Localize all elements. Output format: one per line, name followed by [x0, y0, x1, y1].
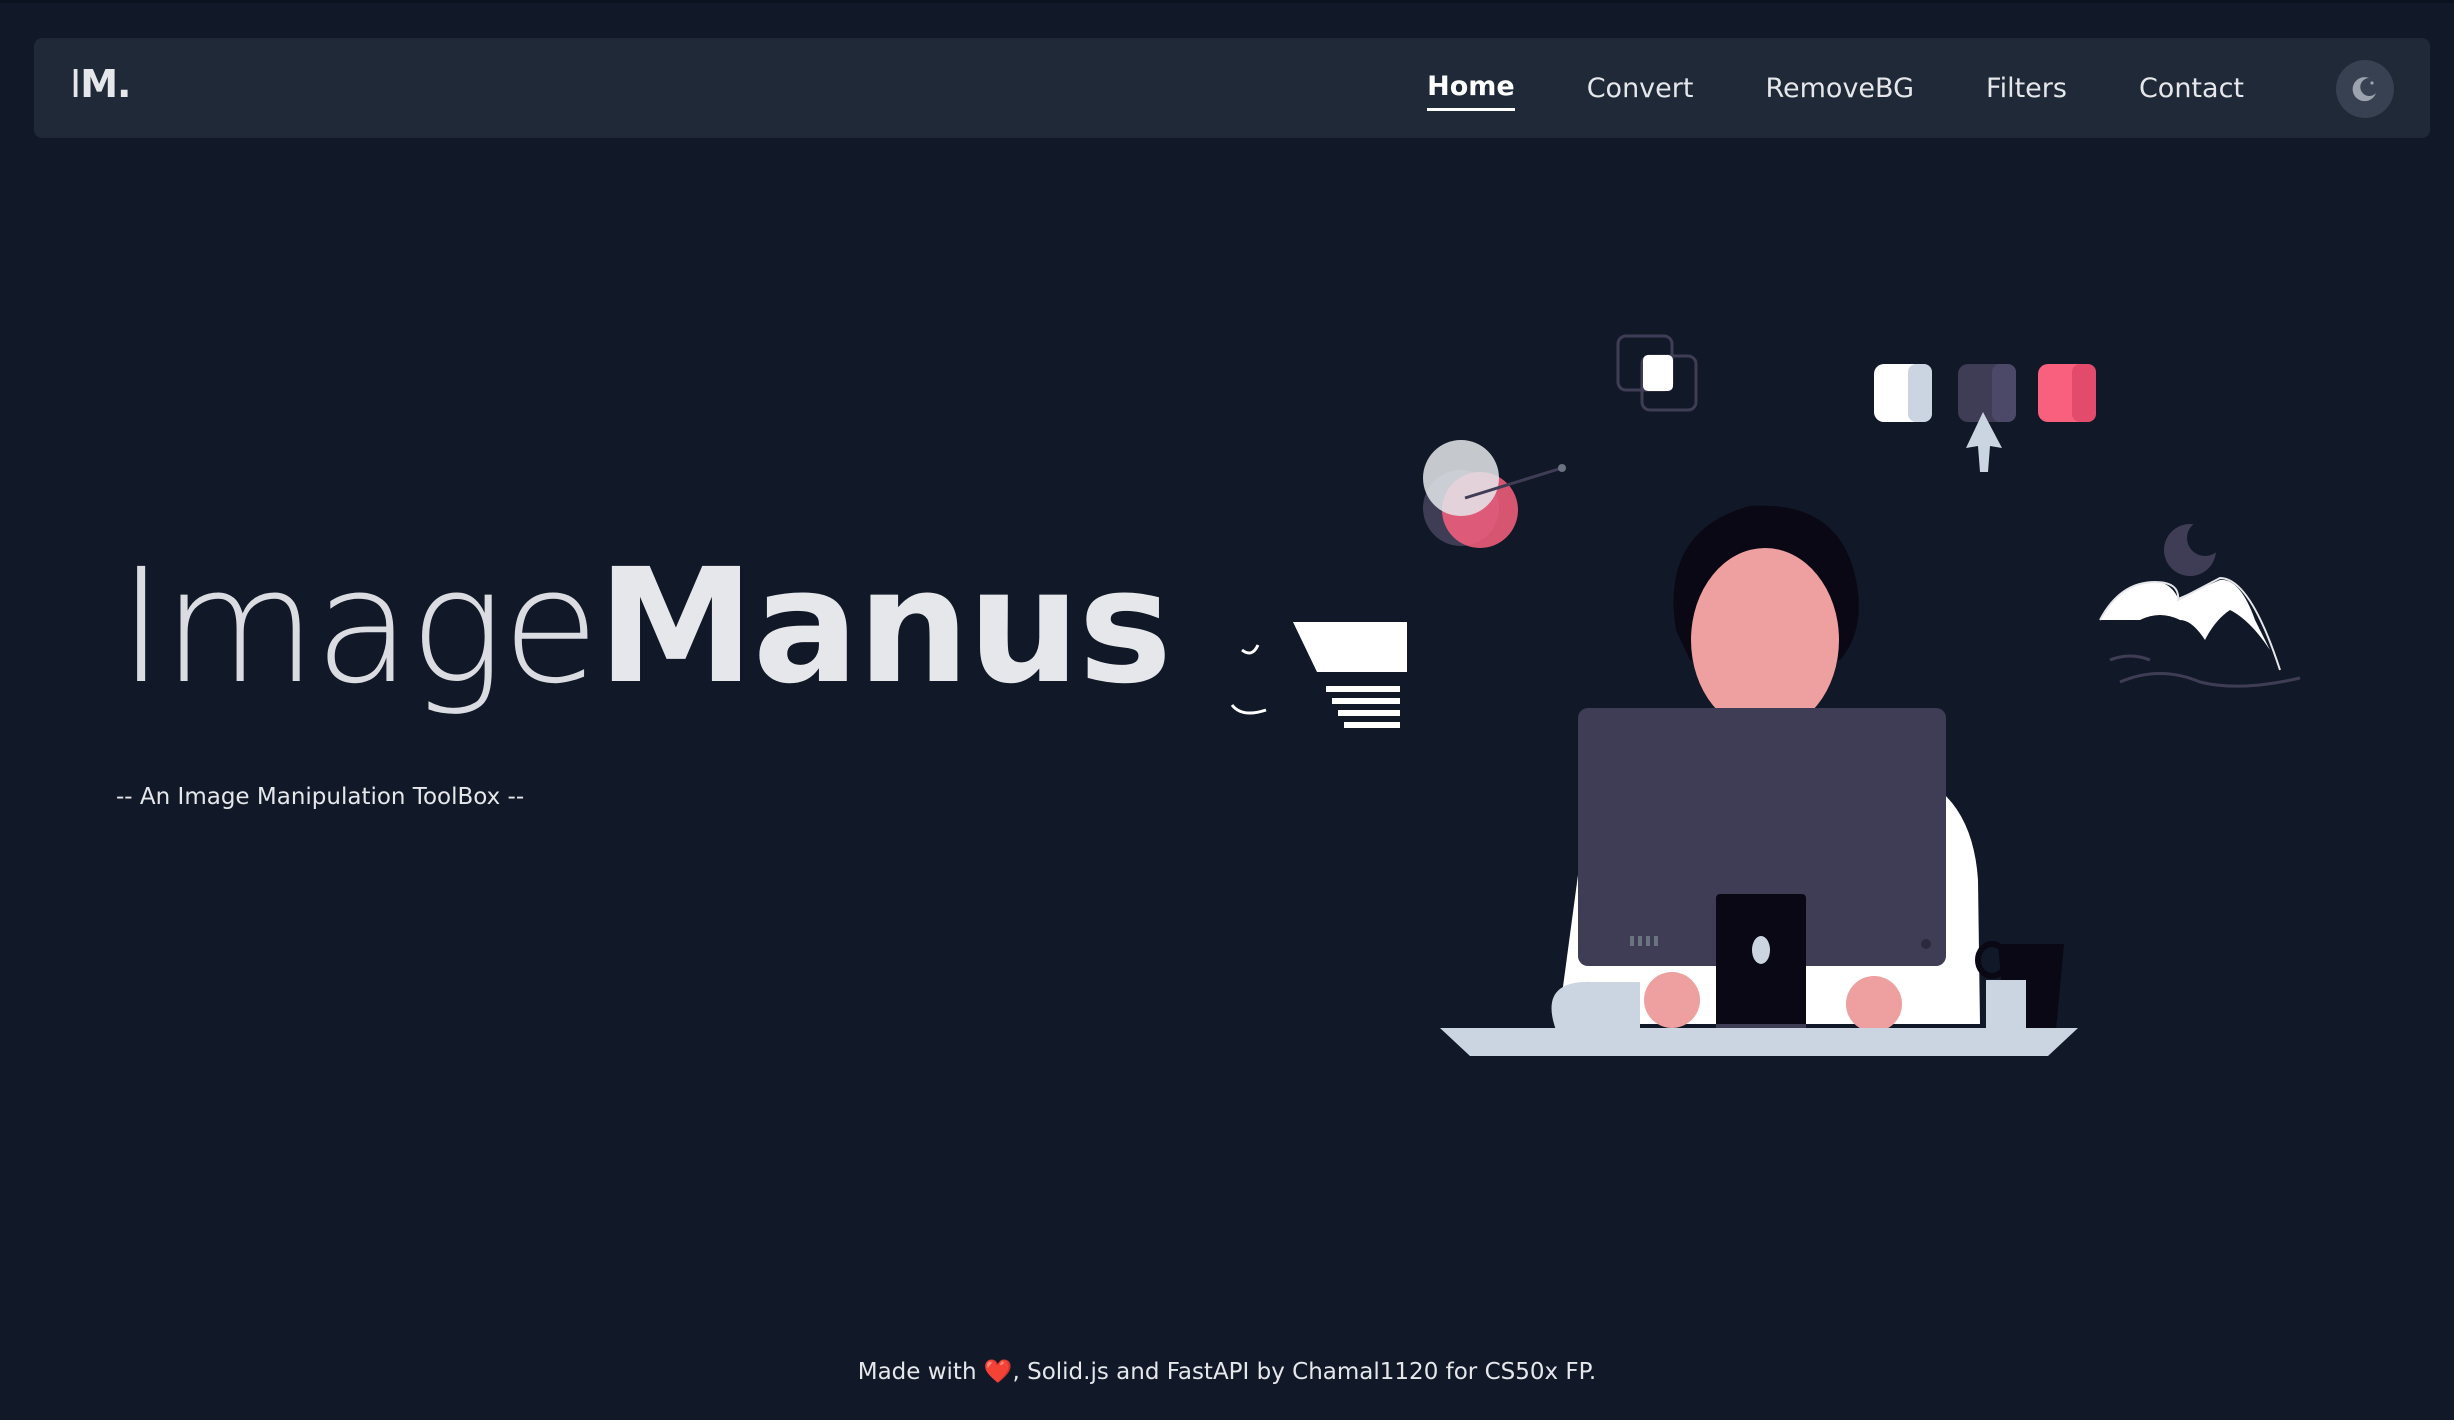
logo-bar: I	[70, 62, 81, 106]
right-hand	[1846, 976, 1902, 1032]
hero-subtitle: -- An Image Manipulation ToolBox --	[116, 784, 525, 810]
layers-icon	[1616, 334, 1698, 412]
heart-icon: ❤️	[983, 1359, 1013, 1385]
nav-links: Home Convert RemoveBG Filters Contact	[1355, 38, 2244, 138]
left-hand	[1644, 972, 1700, 1028]
logo[interactable]: IM.	[70, 62, 131, 106]
hero-title-bold: Manus	[597, 535, 1172, 719]
footer-suffix: , Solid.js and FastAPI by Chamal1120 for…	[1012, 1359, 1597, 1385]
nav-item-convert[interactable]: Convert	[1587, 67, 1694, 110]
person-at-computer-illustration	[1230, 334, 2301, 1056]
moon-icon	[2352, 77, 2376, 102]
color-blend-circles-icon	[1423, 440, 1566, 548]
nav-item-contact[interactable]: Contact	[2139, 67, 2244, 110]
top-edge-line	[0, 0, 2454, 3]
nav-item-filters[interactable]: Filters	[1986, 67, 2067, 110]
hero-title: ImageManus	[118, 548, 1172, 706]
footer-prefix: Made with	[857, 1359, 977, 1385]
filter-funnel-icon	[1230, 622, 1407, 728]
hero-title-light: Image	[118, 535, 599, 719]
nav-item-removebg[interactable]: RemoveBG	[1765, 67, 1914, 110]
theme-toggle-button[interactable]	[2336, 60, 2394, 118]
footer: Made with ❤️, Solid.js and FastAPI by Ch…	[0, 1358, 2454, 1385]
nav-item-home[interactable]: Home	[1427, 65, 1515, 111]
swatch-buttons-icon	[1874, 364, 2096, 472]
logo-letters: M.	[80, 62, 131, 106]
navbar: IM. Home Convert RemoveBG Filters Contac…	[34, 38, 2430, 138]
image-mountain-icon	[2099, 520, 2301, 688]
